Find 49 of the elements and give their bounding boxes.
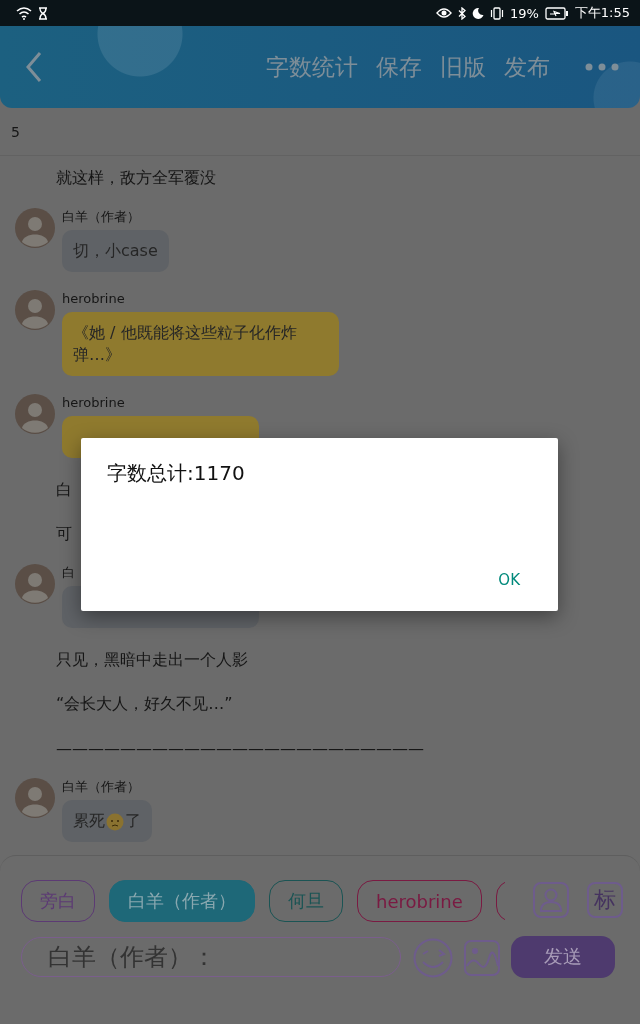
narration-text: ——————————————————————— — [56, 738, 424, 758]
sender-name: 白羊（作者） — [62, 208, 140, 226]
message-text: 了 — [125, 811, 141, 830]
avatar — [15, 564, 55, 604]
moon-icon — [471, 7, 484, 19]
sender-name: 白羊（作者） — [62, 778, 140, 796]
narration-text: 可 — [56, 523, 72, 545]
speaker-chip[interactable]: herobrine — [357, 880, 482, 922]
header-action[interactable]: 发布 — [504, 51, 550, 83]
message-text: 切，小case — [73, 241, 158, 260]
header-action[interactable]: 保存 — [376, 51, 422, 83]
message-text: 累死 — [73, 811, 105, 830]
dialog-message: 字数总计:1170 — [107, 460, 245, 487]
person-icon — [539, 887, 563, 913]
avatar — [15, 208, 55, 248]
narration-text: “会长大人，好久不见…” — [56, 693, 233, 715]
image-icon[interactable] — [464, 940, 500, 976]
more-icon[interactable] — [584, 62, 620, 72]
sender-name: herobrine — [62, 394, 125, 412]
ok-button[interactable]: OK — [494, 569, 524, 591]
hourglass-icon — [38, 6, 48, 20]
send-button[interactable]: 发送 — [511, 936, 615, 978]
message-text: 《她 / 他既能将这些粒子化作炸弹…》 — [73, 323, 297, 364]
avatar — [15, 778, 55, 818]
tag-button[interactable]: 标 — [587, 882, 623, 918]
back-icon[interactable] — [24, 50, 44, 84]
speaker-chip[interactable]: 何旦 — [269, 880, 343, 922]
wifi-icon — [16, 6, 32, 20]
speaker-chip[interactable]: 白羊（作者） — [109, 880, 255, 922]
narration-text: 白 — [56, 479, 72, 501]
header-action[interactable]: 旧版 — [440, 51, 486, 83]
wink-face-icon[interactable] — [413, 938, 453, 978]
battery-charging-icon — [544, 6, 569, 20]
sender-name: herobrine — [62, 290, 125, 308]
avatar — [15, 290, 55, 330]
character-button[interactable] — [533, 882, 569, 918]
eye-icon — [435, 7, 452, 19]
vibrate-icon — [489, 6, 504, 20]
message-input[interactable]: 白羊（作者）： — [21, 937, 401, 977]
battery-percent: 19% — [509, 5, 539, 21]
avatar — [15, 394, 55, 434]
chapter-number: 5 — [11, 123, 20, 140]
narration-text: 只见，黑暗中走出一个人影 — [56, 649, 248, 671]
sweat-face-icon — [106, 812, 124, 831]
bluetooth-icon — [457, 6, 466, 20]
header-action[interactable]: 字数统计 — [266, 51, 358, 83]
sender-name: 白 — [62, 564, 75, 582]
clock: 下午1:55 — [574, 4, 630, 22]
narration-text: 就这样，敌方全军覆没 — [56, 167, 216, 189]
